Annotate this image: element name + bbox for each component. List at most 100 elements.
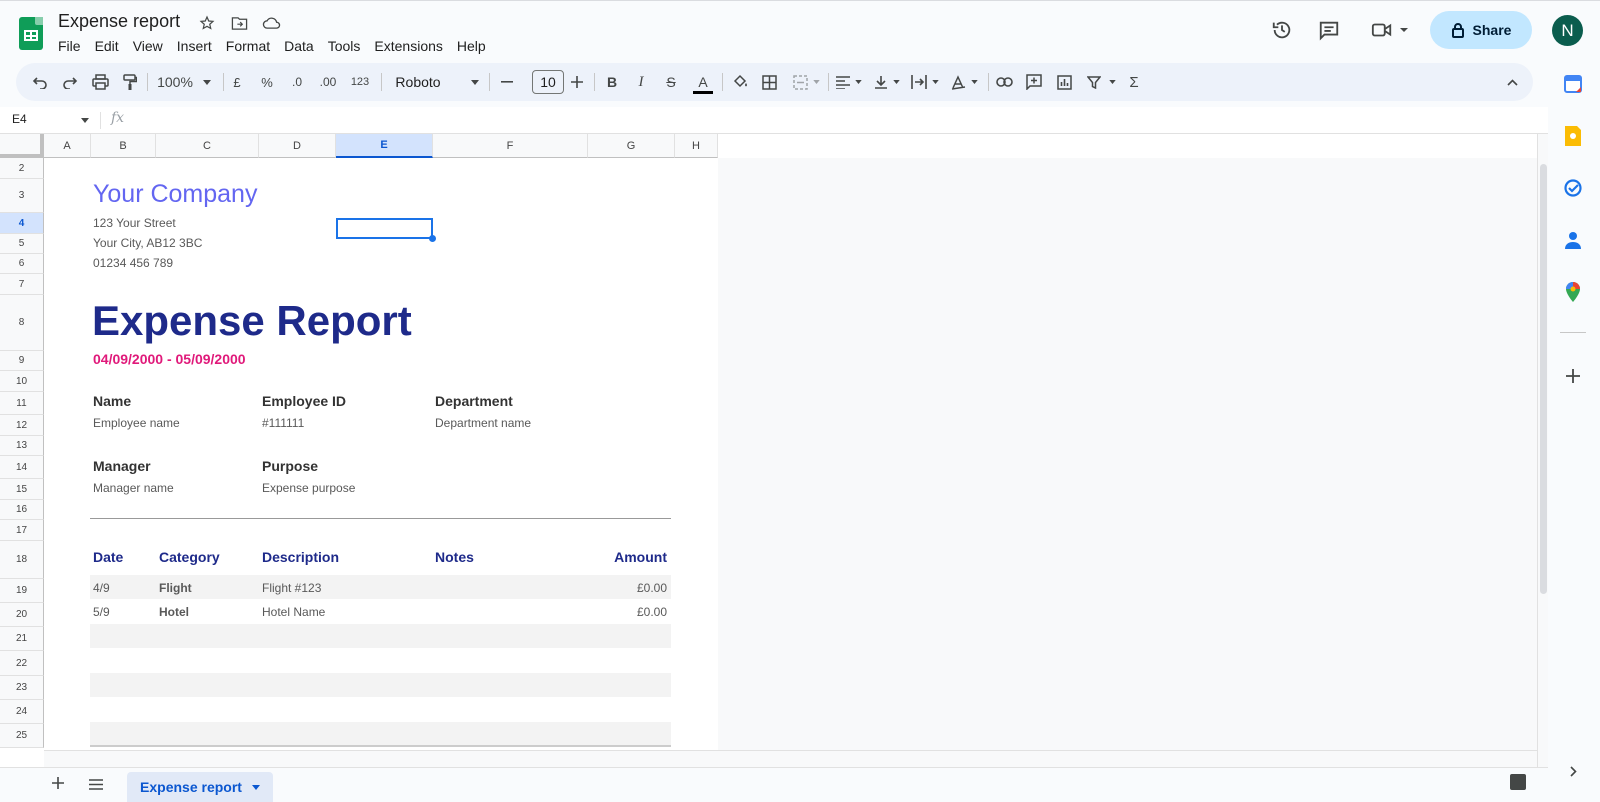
- address-line-2[interactable]: Your City, AB12 3BC: [93, 236, 202, 250]
- text-color-button[interactable]: A: [693, 72, 713, 94]
- name-label[interactable]: Name: [93, 393, 131, 409]
- row-header-11[interactable]: 11: [0, 392, 44, 415]
- row-header-3[interactable]: 3: [0, 179, 44, 213]
- department-value[interactable]: Department name: [435, 416, 531, 430]
- company-name[interactable]: Your Company: [93, 180, 257, 209]
- column-header-g[interactable]: G: [588, 134, 675, 158]
- vertical-scrollbar[interactable]: [1537, 134, 1548, 767]
- address-line-1[interactable]: 123 Your Street: [93, 216, 176, 230]
- add-sheet-icon[interactable]: [52, 776, 64, 794]
- meet-icon[interactable]: [1366, 13, 1414, 47]
- spreadsheet-grid[interactable]: ABCDEFGH 2 3 4 5 6 7 8 9 10 11 12 13 14 15 16 17 18 19 20 2…: [0, 134, 1537, 767]
- column-header-c[interactable]: C: [156, 134, 259, 158]
- table-row[interactable]: [90, 722, 671, 746]
- document-title[interactable]: Expense report: [58, 11, 180, 32]
- scrollbar-thumb[interactable]: [1540, 164, 1547, 594]
- row-header-17[interactable]: 17: [0, 520, 44, 541]
- row1-category[interactable]: Flight: [159, 581, 192, 595]
- column-header-d[interactable]: D: [259, 134, 336, 158]
- header-notes[interactable]: Notes: [435, 549, 474, 565]
- menu-view[interactable]: View: [126, 36, 170, 56]
- row-header-15[interactable]: 15: [0, 479, 44, 500]
- row-header-20[interactable]: 20: [0, 603, 44, 627]
- insert-chart-icon[interactable]: [1054, 72, 1074, 92]
- column-header-b[interactable]: B: [91, 134, 156, 158]
- maps-icon[interactable]: [1562, 281, 1584, 303]
- phone-number[interactable]: 01234 456 789: [93, 256, 173, 270]
- menu-tools[interactable]: Tools: [321, 36, 368, 56]
- move-folder-icon[interactable]: [229, 13, 249, 33]
- font-size-decrease-icon[interactable]: [500, 72, 514, 92]
- cloud-status-icon[interactable]: [261, 13, 281, 33]
- font-select[interactable]: Roboto: [392, 72, 482, 92]
- sheets-logo-icon[interactable]: [19, 17, 43, 50]
- bold-button[interactable]: B: [604, 72, 620, 92]
- decrease-decimal-button[interactable]: .0: [286, 72, 308, 92]
- row-header-12[interactable]: 12: [0, 415, 44, 436]
- row2-category[interactable]: Hotel: [159, 605, 189, 619]
- row-header-24[interactable]: 24: [0, 700, 44, 724]
- collapse-toolbar-icon[interactable]: [1504, 72, 1520, 92]
- chevron-down-icon[interactable]: [251, 784, 260, 790]
- row1-description[interactable]: Flight #123: [262, 581, 321, 595]
- percent-format-button[interactable]: %: [258, 72, 276, 92]
- purpose-value[interactable]: Expense purpose: [262, 481, 355, 495]
- horizontal-align-icon[interactable]: [834, 72, 864, 92]
- column-header-h[interactable]: H: [675, 134, 718, 158]
- text-rotation-icon[interactable]: [948, 72, 980, 92]
- text-wrapping-icon[interactable]: [909, 72, 941, 92]
- row-header-8[interactable]: 8: [0, 295, 44, 351]
- row-header-10[interactable]: 10: [0, 371, 44, 392]
- explore-icon[interactable]: [1510, 774, 1526, 790]
- manager-label[interactable]: Manager: [93, 458, 151, 474]
- row-header-22[interactable]: 22: [0, 651, 44, 676]
- row-header-13[interactable]: 13: [0, 436, 44, 456]
- menu-data[interactable]: Data: [277, 36, 321, 56]
- menu-format[interactable]: Format: [219, 36, 277, 56]
- column-header-a[interactable]: A: [44, 134, 91, 158]
- zoom-select[interactable]: 100%: [153, 72, 215, 92]
- row-header-5[interactable]: 5: [0, 234, 44, 254]
- table-row[interactable]: [90, 624, 671, 648]
- vertical-align-icon[interactable]: [872, 72, 902, 92]
- font-size-input[interactable]: 10: [532, 70, 564, 94]
- increase-decimal-button[interactable]: .00: [316, 72, 340, 92]
- insert-link-icon[interactable]: [994, 72, 1014, 92]
- header-category[interactable]: Category: [159, 549, 220, 565]
- sheet-tab-expense-report[interactable]: Expense report: [127, 772, 273, 802]
- name-box[interactable]: E4: [12, 112, 27, 126]
- paint-format-icon[interactable]: [120, 72, 140, 92]
- row2-date[interactable]: 5/9: [93, 605, 110, 619]
- menu-extensions[interactable]: Extensions: [367, 36, 449, 56]
- date-range[interactable]: 04/09/2000 - 05/09/2000: [93, 351, 246, 367]
- column-header-f[interactable]: F: [433, 134, 588, 158]
- menu-edit[interactable]: Edit: [88, 36, 126, 56]
- font-size-increase-icon[interactable]: [570, 72, 584, 92]
- manager-value[interactable]: Manager name: [93, 481, 174, 495]
- expand-panel-icon[interactable]: [1562, 760, 1584, 782]
- row-header-16[interactable]: 16: [0, 500, 44, 520]
- purpose-label[interactable]: Purpose: [262, 458, 318, 474]
- row2-amount[interactable]: £0.00: [600, 605, 667, 619]
- row2-description[interactable]: Hotel Name: [262, 605, 325, 619]
- row-header-6[interactable]: 6: [0, 254, 44, 274]
- avatar[interactable]: N: [1552, 15, 1583, 46]
- contacts-icon[interactable]: [1562, 229, 1584, 251]
- redo-icon[interactable]: [60, 72, 80, 92]
- active-cell-selection[interactable]: [336, 218, 433, 239]
- row-header-18[interactable]: 18: [0, 541, 44, 579]
- tasks-icon[interactable]: [1562, 177, 1584, 199]
- row-header-7[interactable]: 7: [0, 274, 44, 295]
- name-box-dropdown-icon[interactable]: [81, 118, 89, 123]
- keep-icon[interactable]: [1562, 125, 1584, 147]
- all-sheets-icon[interactable]: [89, 777, 103, 795]
- borders-icon[interactable]: [759, 72, 779, 92]
- row-header-4[interactable]: 4: [0, 213, 44, 234]
- version-history-icon[interactable]: [1265, 13, 1299, 47]
- department-label[interactable]: Department: [435, 393, 513, 409]
- row-header-2[interactable]: 2: [0, 158, 44, 179]
- row-header-14[interactable]: 14: [0, 456, 44, 479]
- menu-file[interactable]: File: [51, 36, 88, 56]
- employee-id-label[interactable]: Employee ID: [262, 393, 346, 409]
- employee-id-value[interactable]: #111111: [262, 416, 304, 430]
